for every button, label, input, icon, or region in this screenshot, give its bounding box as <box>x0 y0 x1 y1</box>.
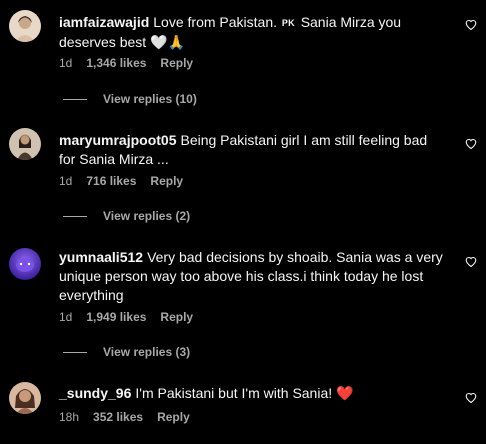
comment-meta: 1d 1,346 likes Reply <box>59 56 207 70</box>
avatar[interactable] <box>9 10 41 42</box>
heart-outline-icon[interactable] <box>465 19 477 31</box>
emoji: ❤️ <box>336 385 354 401</box>
comment-username[interactable]: yumnaali512 <box>59 249 143 265</box>
comment-likes[interactable]: 716 likes <box>86 174 136 188</box>
avatar[interactable] <box>9 248 41 280</box>
view-replies-button[interactable]: View replies (10) <box>63 92 197 106</box>
emoji: 🤍🙏 <box>150 34 185 50</box>
avatar[interactable] <box>9 382 41 414</box>
heart-outline-icon[interactable] <box>465 256 477 268</box>
comment-text: iamfaizawajid Love from Pakistan. PK Sani… <box>59 14 402 50</box>
comment-username[interactable]: iamfaizawajid <box>59 14 149 30</box>
comment-username[interactable]: maryumrajpoot05 <box>59 132 176 148</box>
comment-likes[interactable]: 1,949 likes <box>86 310 146 324</box>
view-replies-button[interactable]: View replies (2) <box>63 209 190 223</box>
replies-divider <box>63 99 87 101</box>
comments-list: iamfaizawajid Love from Pakistan. PK Sani… <box>0 0 486 444</box>
replies-divider <box>63 352 87 354</box>
comment-time: 1d <box>59 56 73 70</box>
avatar[interactable] <box>9 128 41 160</box>
reply-button[interactable]: Reply <box>160 310 193 324</box>
comment-text: yumnaali512 Very bad decisions by shoaib.… <box>59 249 443 303</box>
pakistan-flag-icon: PK <box>281 18 295 28</box>
reply-button[interactable]: Reply <box>160 56 193 70</box>
comment-username[interactable]: _sundy_96 <box>59 385 131 401</box>
comment-meta: 1d 1,949 likes Reply <box>59 310 207 324</box>
comment-likes[interactable]: 1,346 likes <box>86 56 146 70</box>
heart-outline-icon[interactable] <box>465 138 477 150</box>
comment-time: 1d <box>59 310 73 324</box>
reply-button[interactable]: Reply <box>157 410 190 424</box>
reply-button[interactable]: Reply <box>150 174 183 188</box>
comment-likes[interactable]: 352 likes <box>93 410 143 424</box>
comment-time: 1d <box>59 174 73 188</box>
comment-time: 18h <box>59 410 80 424</box>
heart-outline-icon[interactable] <box>465 392 477 404</box>
replies-divider <box>63 216 87 218</box>
comment-meta: 1d 716 likes Reply <box>59 174 197 188</box>
comment-text: _sundy_96 I'm Pakistani but I'm with Sani… <box>59 385 354 401</box>
comment-meta: 18h 352 likes Reply <box>59 410 204 424</box>
comment-text: maryumrajpoot05 Being Pakistani girl I am… <box>59 132 428 167</box>
view-replies-button[interactable]: View replies (3) <box>63 345 190 359</box>
